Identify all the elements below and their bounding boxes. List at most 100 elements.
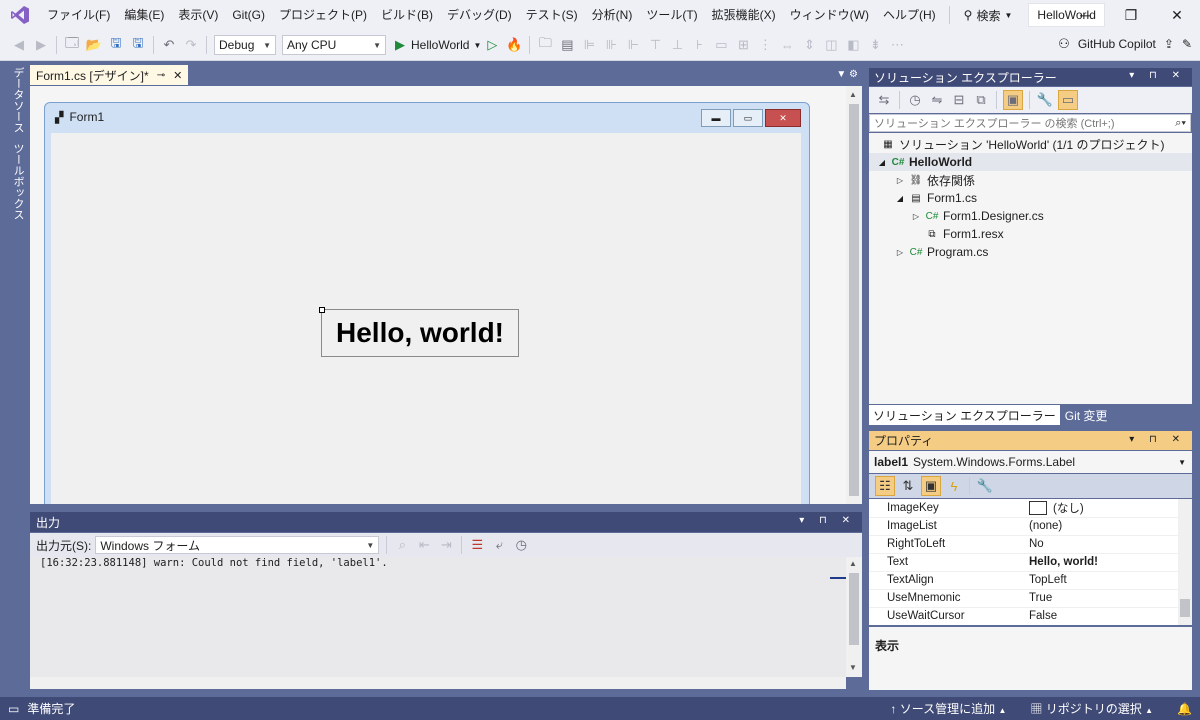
output-horizontal-scrollbar[interactable]: [30, 677, 846, 689]
label1-control[interactable]: Hello, world!: [319, 307, 519, 357]
tab-git-changes[interactable]: Git 変更: [1060, 405, 1113, 425]
next-message-icon[interactable]: ⇥: [437, 536, 455, 554]
menu-window[interactable]: ウィンドウ(W): [783, 0, 876, 30]
timestamp-icon[interactable]: ◷: [512, 536, 530, 554]
close-icon[interactable]: ✕: [173, 69, 182, 82]
send-to-back-icon[interactable]: ◧: [844, 36, 862, 54]
browse-icon[interactable]: 🗀: [536, 35, 554, 54]
align-rights-icon[interactable]: ⊩: [624, 36, 642, 54]
property-row[interactable]: UseWaitCursor False: [869, 607, 1179, 625]
tree-node-form1-resx[interactable]: ⧉ Form1.resx: [925, 225, 1003, 243]
property-value[interactable]: TopLeft: [1029, 574, 1067, 586]
menu-project[interactable]: プロジェクト(P): [272, 0, 374, 30]
collapse-arrow-icon[interactable]: ▷: [895, 176, 905, 185]
previous-message-icon[interactable]: ⇤: [415, 536, 433, 554]
notifications-bell-icon[interactable]: 🔔: [1177, 702, 1192, 716]
navigate-back-icon[interactable]: ◀: [10, 36, 28, 54]
property-value[interactable]: Hello, world!: [1029, 556, 1098, 568]
scrollbar-thumb[interactable]: [849, 104, 859, 496]
sync-active-document-icon[interactable]: ⇋: [928, 91, 946, 109]
select-repository-button[interactable]: ▦ リポジトリの選択 ▲: [1030, 700, 1153, 717]
property-value[interactable]: (none): [1029, 520, 1062, 532]
align-bottoms-icon[interactable]: ⊦: [690, 36, 708, 54]
chevron-down-icon[interactable]: ▼: [473, 41, 481, 50]
form-designer-surface[interactable]: ▞ Form1 ▬ ▭ ✕ Hello, world!: [30, 86, 846, 504]
properties-view-icon[interactable]: ▣: [921, 476, 941, 496]
form1-window[interactable]: ▞ Form1 ▬ ▭ ✕ Hello, world!: [44, 102, 810, 504]
solution-platform-dropdown[interactable]: Any CPU ▼: [282, 35, 386, 55]
scrollbar-thumb[interactable]: [849, 573, 859, 645]
menu-tools[interactable]: ツール(T): [639, 0, 704, 30]
navigate-forward-icon[interactable]: ▶: [32, 36, 50, 54]
categorized-icon[interactable]: ☷: [875, 476, 895, 496]
align-middles-icon[interactable]: ⊥: [668, 36, 686, 54]
menu-edit[interactable]: 編集(E): [117, 0, 171, 30]
tab-form1-design[interactable]: Form1.cs [デザイン]* ⊸ ✕: [30, 65, 189, 85]
pin-icon[interactable]: ⊸: [157, 70, 165, 81]
menu-debug[interactable]: デバッグ(D): [440, 0, 519, 30]
tab-solution-explorer[interactable]: ソリューション エクスプローラー: [869, 405, 1060, 425]
scrollbar-thumb[interactable]: [1180, 599, 1190, 617]
feedback-icon[interactable]: ✎: [1182, 37, 1192, 51]
tree-node-solution[interactable]: ▦ ソリューション 'HelloWorld' (1/1 のプロジェクト): [881, 135, 1164, 153]
add-to-source-control-button[interactable]: ↑ ソース管理に追加 ▲: [890, 700, 1006, 717]
open-folder-icon[interactable]: 📂: [85, 36, 103, 54]
align-centers-icon[interactable]: ⊪: [602, 36, 620, 54]
tab-order-icon[interactable]: ⇟: [866, 36, 884, 54]
properties-wrench-icon[interactable]: 🔧: [1036, 91, 1054, 109]
property-row[interactable]: ImageList (none): [869, 517, 1179, 536]
property-row[interactable]: UseMnemonic True: [869, 589, 1179, 608]
scroll-up-icon[interactable]: ▲: [849, 559, 857, 568]
scroll-up-icon[interactable]: ▲: [849, 90, 857, 99]
panel-window-controls[interactable]: ▾ ⊓ ✕: [1129, 70, 1186, 81]
close-window-button[interactable]: ✕: [1154, 0, 1200, 30]
properties-object-selector[interactable]: label1 System.Windows.Forms.Label ▼: [869, 451, 1192, 473]
collapse-arrow-icon[interactable]: ▷: [895, 248, 905, 257]
find-message-icon[interactable]: ⌕: [393, 536, 411, 554]
property-pages-wrench-icon[interactable]: 🔧: [976, 477, 994, 495]
undo-icon[interactable]: ↶: [160, 36, 178, 54]
save-all-icon[interactable]: 🖫: [129, 35, 147, 54]
property-value[interactable]: (なし): [1029, 500, 1084, 516]
property-row[interactable]: RightToLeft No: [869, 535, 1179, 554]
tree-node-program[interactable]: ▷ C# Program.cs: [895, 243, 988, 261]
menu-build[interactable]: ビルド(B): [374, 0, 440, 30]
bring-to-front-icon[interactable]: ◫: [822, 36, 840, 54]
restore-window-button[interactable]: ❐: [1108, 0, 1154, 30]
lock-controls-icon[interactable]: ⋯: [888, 36, 906, 54]
start-debugging-icon[interactable]: ▶: [391, 36, 409, 54]
show-all-files-icon[interactable]: ⧉: [972, 91, 990, 109]
property-row[interactable]: TextAlign TopLeft: [869, 571, 1179, 590]
property-value[interactable]: False: [1029, 610, 1057, 622]
menu-extensions[interactable]: 拡張機能(X): [705, 0, 783, 30]
events-lightning-icon[interactable]: ϟ: [945, 477, 963, 495]
tree-node-project[interactable]: ◢ C# HelloWorld: [869, 153, 1192, 171]
property-value[interactable]: True: [1029, 592, 1052, 604]
center-vertically-icon[interactable]: ⇕: [800, 36, 818, 54]
form1-client-area[interactable]: Hello, world!: [51, 133, 801, 504]
search-button[interactable]: ⚲ 検索 ▼: [956, 7, 1021, 24]
property-value[interactable]: No: [1029, 538, 1044, 550]
property-row[interactable]: Text Hello, world!: [869, 553, 1179, 572]
chevron-down-icon[interactable]: ▼: [1178, 458, 1186, 467]
center-horizontally-icon[interactable]: ⇔: [778, 36, 796, 54]
new-project-icon[interactable]: 🗔: [63, 35, 81, 54]
spacing-icon[interactable]: ⋮: [756, 36, 774, 54]
switch-views-icon[interactable]: ⇆: [875, 91, 893, 109]
tab-options-icon[interactable]: ▼ ⚙: [836, 69, 858, 80]
share-icon[interactable]: ⇪: [1164, 37, 1174, 51]
menu-file[interactable]: ファイル(F): [40, 0, 117, 30]
size-to-grid-icon[interactable]: ⊞: [734, 36, 752, 54]
menu-view[interactable]: 表示(V): [171, 0, 225, 30]
tab-toolbox[interactable]: ツールボックス: [4, 143, 26, 220]
start-target-label[interactable]: HelloWorld: [411, 38, 469, 52]
panel-window-controls[interactable]: ▾ ⊓ ✕: [799, 515, 856, 526]
alphabetical-icon[interactable]: ⇅: [899, 477, 917, 495]
align-lefts-icon[interactable]: ⊫: [580, 36, 598, 54]
property-row[interactable]: ImageKey (なし): [869, 499, 1179, 518]
window-layout-icon[interactable]: ▤: [558, 36, 576, 54]
make-same-size-icon[interactable]: ▭: [712, 36, 730, 54]
solution-configuration-dropdown[interactable]: Debug ▼: [214, 35, 276, 55]
output-vertical-scrollbar[interactable]: ▲ ▼: [830, 557, 862, 677]
tree-node-form1[interactable]: ◢ ▤ Form1.cs: [895, 189, 977, 207]
